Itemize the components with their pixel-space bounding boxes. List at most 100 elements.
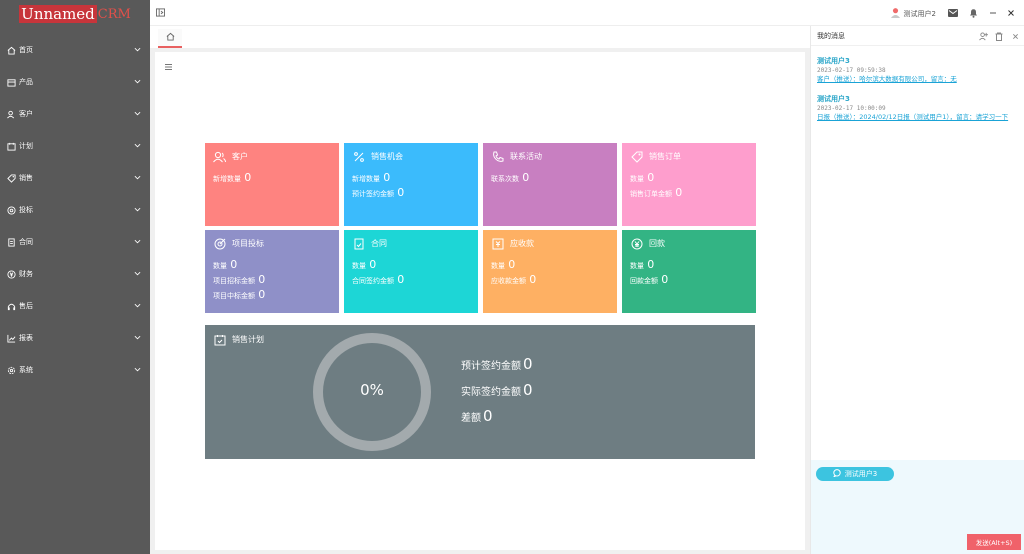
sidebar-item-system[interactable]: 系统 [0,354,150,386]
sidebar-menu: 首页 产品 客户 计划 销售 投标 合同 财务 售后 报表 系统 [0,34,150,386]
message-link[interactable]: 客户（推送）：哈尔滨大数据有限公司，留言：无 [817,75,1018,84]
sidebar-item-label: 报表 [19,334,33,342]
sidebar-item-label: 销售 [19,174,33,182]
stat-value: 0 [647,171,655,184]
minimize-icon[interactable] [988,8,998,18]
yen-icon [6,269,16,279]
invoice-icon [491,237,504,250]
stat-label: 数量 [352,262,366,270]
stat-label: 数量 [491,262,505,270]
sidebar-item-customer[interactable]: 客户 [0,98,150,130]
stat-label: 应收款金额 [491,277,526,285]
card-title: 项目投标 [232,239,264,248]
sidebar-item-label: 财务 [19,270,33,278]
sidebar-item-product[interactable]: 产品 [0,66,150,98]
logo-text-secondary: CRM [97,6,131,22]
sidebar-item-label: 产品 [19,78,33,86]
sidebar-item-after-sales[interactable]: 售后 [0,290,150,322]
plan-stat-expected: 预计签约金额 0 [461,355,533,373]
progress-percent: 0% [360,381,384,399]
message-item: 测试用户3 2023-02-17 09:59:38 客户（推送）：哈尔滨大数据有… [811,56,1024,84]
card-title: 销售机会 [371,152,403,161]
sidebar-item-bidding[interactable]: 投标 [0,194,150,226]
stat-value: 0 [258,273,266,286]
sidebar-item-sales[interactable]: 销售 [0,162,150,194]
document-icon [6,237,16,247]
card-receivable[interactable]: 应收款 数量 0 应收款金额 0 [483,230,617,313]
users-icon [6,109,16,119]
sidebar-item-contract[interactable]: 合同 [0,226,150,258]
sidebar-item-report[interactable]: 报表 [0,322,150,354]
stat-value: 0 [522,171,530,184]
chevron-down-icon [134,206,141,214]
card-title: 回款 [649,239,665,248]
close-icon[interactable] [1010,31,1020,41]
recipient-name: 测试用户3 [844,470,878,478]
message-panel-header: 我的消息 [811,26,1024,46]
card-customer[interactable]: 客户 新增数量 0 [205,143,339,226]
user-menu[interactable]: 测试用户2 [890,7,936,20]
tag-icon [6,173,16,183]
chevron-down-icon [134,142,141,150]
stat-label: 回款金额 [630,277,658,285]
tag-icon [630,150,643,163]
stat-label: 数量 [630,175,644,183]
stat-value: 0 [508,258,516,271]
message-compose-area[interactable]: 测试用户3 发送(Alt+S) [811,460,1024,554]
sidebar-item-finance[interactable]: 财务 [0,258,150,290]
card-title: 客户 [232,152,248,161]
mail-icon[interactable] [948,8,958,18]
tab-home[interactable] [158,29,182,48]
card-payment-received[interactable]: 回款 数量 0 回款金额 0 [622,230,756,313]
target-icon [213,237,226,250]
stat-value: 0 [244,171,252,184]
stat-label: 数量 [630,262,644,270]
plan-stat-actual: 实际签约金额 0 [461,381,533,399]
add-contact-icon[interactable] [978,31,988,41]
send-button[interactable]: 发送(Alt+S) [967,534,1021,550]
menu-icon[interactable] [165,63,172,70]
top-bar: 测试用户2 [150,0,1024,26]
sidebar-item-label: 投标 [19,206,33,214]
card-sales-opportunity[interactable]: 销售机会 新增数量 0 预计签约金额 0 [344,143,478,226]
close-icon[interactable] [1006,8,1016,18]
username-label: 测试用户2 [903,9,936,18]
plan-stat-difference: 差额 0 [461,407,493,425]
sidebar-item-label: 合同 [19,238,33,246]
recipient-pill[interactable]: 测试用户3 [816,467,894,481]
stat-label: 预计签约金额 [352,190,394,198]
chevron-down-icon [134,238,141,246]
card-project-bidding[interactable]: 项目投标 数量 0 项目招标金额 0 项目中标金额 0 [205,230,339,313]
stat-value: 0 [523,381,533,399]
sidebar-item-label: 售后 [19,302,33,310]
chevron-down-icon [134,78,141,86]
target-icon [6,205,16,215]
card-contact-activity[interactable]: 联系活动 联系次数 0 [483,143,617,226]
chart-icon [6,333,16,343]
message-sender: 测试用户3 [817,57,850,65]
sidebar-toggle-icon[interactable] [156,8,165,17]
chevron-down-icon [134,174,141,182]
card-contract[interactable]: 合同 数量 0 合同签约金额 0 [344,230,478,313]
calendar-icon [6,141,16,151]
stat-label: 新增数量 [213,175,241,183]
trash-icon[interactable] [994,31,1004,41]
stat-label: 新增数量 [352,175,380,183]
plan-title: 销售计划 [232,335,264,344]
stat-value: 0 [661,273,669,286]
sidebar: Unnamed CRM 首页 产品 客户 计划 销售 投标 合同 财务 售后 报… [0,0,150,554]
message-time: 2023-02-17 09:59:38 [817,67,886,74]
card-title: 合同 [371,239,387,248]
sidebar-item-label: 首页 [19,46,33,54]
home-icon [166,32,175,43]
card-title: 应收款 [510,239,534,248]
app-logo[interactable]: Unnamed CRM [0,0,150,28]
yen-icon [630,237,643,250]
sidebar-item-home[interactable]: 首页 [0,34,150,66]
bell-icon[interactable] [968,8,978,18]
message-link[interactable]: 日报（推送）：2024/02/12日报（测试用户1），留言：请学习一下 [817,113,1018,122]
stat-value: 0 [230,258,238,271]
card-sales-order[interactable]: 销售订单 数量 0 销售订单金额 0 [622,143,756,226]
chevron-down-icon [134,302,141,310]
sidebar-item-plan[interactable]: 计划 [0,130,150,162]
